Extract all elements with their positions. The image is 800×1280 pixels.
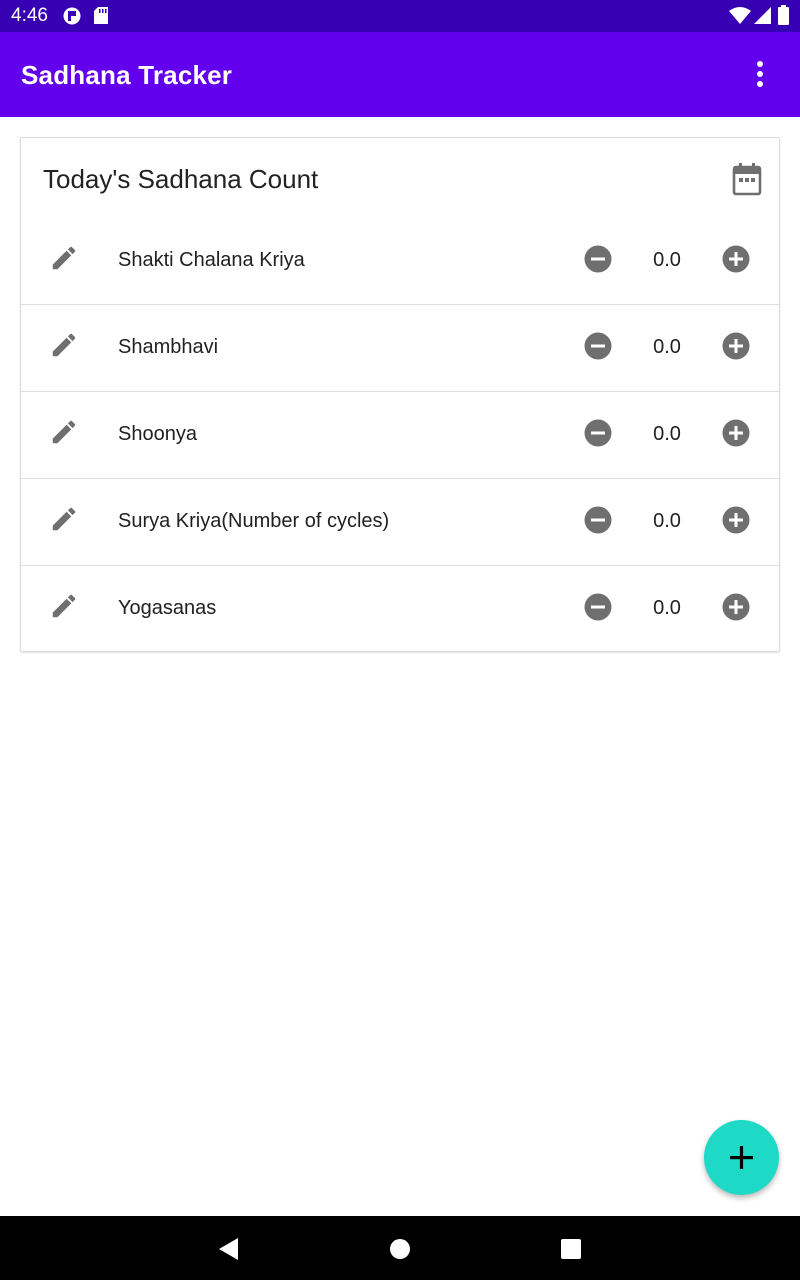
status-time: 4:46: [11, 5, 48, 26]
increment-button[interactable]: [722, 506, 750, 534]
list-item: Surya Kriya(Number of cycles) 0.0: [21, 479, 779, 566]
cell-signal-icon: [754, 7, 771, 29]
system-nav-bar: [0, 1216, 800, 1280]
pencil-icon: [52, 333, 76, 357]
sd-card-icon: [94, 7, 108, 29]
increment-button[interactable]: [722, 245, 750, 273]
edit-button[interactable]: [49, 417, 79, 447]
more-vert-icon: [757, 61, 763, 87]
list-item: Shakti Chalana Kriya 0.0: [21, 218, 779, 305]
sadhana-label: Shoonya: [118, 423, 197, 445]
wifi-icon: [729, 7, 751, 29]
sadhana-count-value: 0.0: [653, 336, 681, 358]
minus-circle-icon: [584, 245, 612, 273]
pencil-icon: [52, 594, 76, 618]
plus-circle-icon: [722, 245, 750, 273]
sadhana-count-value: 0.0: [653, 249, 681, 271]
sadhana-count-value: 0.0: [653, 510, 681, 532]
edit-button[interactable]: [49, 330, 79, 360]
plus-icon: [730, 1146, 753, 1169]
app-notification-icon: [62, 7, 82, 30]
add-sadhana-fab[interactable]: [704, 1120, 779, 1195]
calendar-button[interactable]: [732, 162, 762, 196]
status-bar: 4:46: [0, 0, 800, 32]
decrement-button[interactable]: [584, 593, 612, 621]
plus-circle-icon: [722, 419, 750, 447]
decrement-button[interactable]: [584, 332, 612, 360]
app-title: Sadhana Tracker: [21, 60, 233, 90]
overflow-menu-button[interactable]: [736, 50, 784, 98]
increment-button[interactable]: [722, 593, 750, 621]
calendar-icon: [732, 163, 762, 196]
list-item: Shambhavi 0.0: [21, 305, 779, 392]
back-button[interactable]: [216, 1236, 242, 1262]
list-item: Shoonya 0.0: [21, 392, 779, 479]
increment-button[interactable]: [722, 419, 750, 447]
edit-button[interactable]: [49, 504, 79, 534]
recents-button[interactable]: [558, 1236, 584, 1262]
edit-button[interactable]: [49, 243, 79, 273]
app-bar: Sadhana Tracker: [0, 32, 800, 117]
sadhana-count-card: Today's Sadhana Count Shakti Chalana Kri…: [20, 137, 780, 652]
pencil-icon: [52, 507, 76, 531]
plus-circle-icon: [722, 332, 750, 360]
minus-circle-icon: [584, 332, 612, 360]
sadhana-label: Yogasanas: [118, 597, 217, 619]
decrement-button[interactable]: [584, 419, 612, 447]
decrement-button[interactable]: [584, 245, 612, 273]
plus-circle-icon: [722, 506, 750, 534]
pencil-icon: [52, 420, 76, 444]
list-item: Yogasanas 0.0: [21, 566, 779, 652]
recents-square-icon: [561, 1239, 581, 1259]
sadhana-label: Surya Kriya(Number of cycles): [118, 510, 390, 532]
card-title: Today's Sadhana Count: [43, 164, 319, 194]
sadhana-label: Shakti Chalana Kriya: [118, 249, 305, 271]
sadhana-label: Shambhavi: [118, 336, 219, 358]
home-circle-icon: [390, 1239, 410, 1259]
edit-button[interactable]: [49, 591, 79, 621]
decrement-button[interactable]: [584, 506, 612, 534]
minus-circle-icon: [584, 506, 612, 534]
sadhana-count-value: 0.0: [653, 597, 681, 619]
minus-circle-icon: [584, 419, 612, 447]
back-triangle-icon: [219, 1238, 238, 1260]
plus-circle-icon: [722, 593, 750, 621]
battery-icon: [778, 5, 789, 30]
increment-button[interactable]: [722, 332, 750, 360]
sadhana-count-value: 0.0: [653, 423, 681, 445]
pencil-icon: [52, 246, 76, 270]
minus-circle-icon: [584, 593, 612, 621]
home-button[interactable]: [387, 1236, 413, 1262]
